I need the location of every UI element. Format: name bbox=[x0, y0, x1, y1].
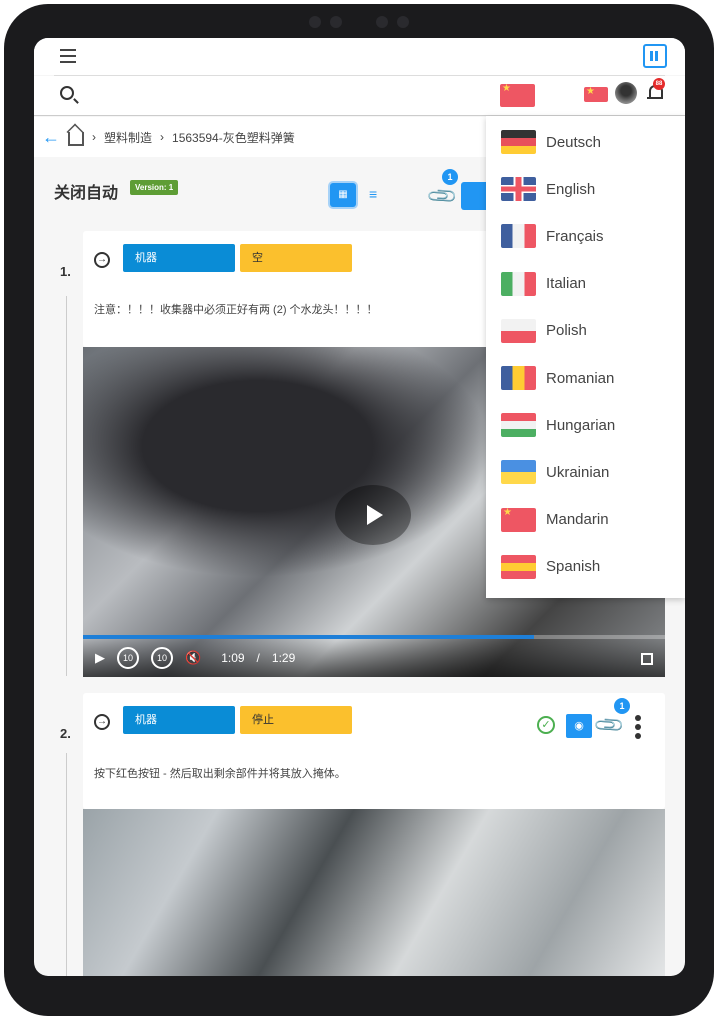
chevron-right-icon: › bbox=[92, 130, 96, 144]
arrow-right-circle-icon[interactable]: → bbox=[94, 714, 110, 730]
spanish-flag-icon bbox=[501, 554, 536, 579]
italian-flag-icon bbox=[501, 271, 536, 296]
language-option-romanian[interactable]: Romanian bbox=[501, 366, 614, 390]
attachments-badge: 1 bbox=[614, 698, 630, 714]
deutsch-flag-icon bbox=[501, 130, 536, 154]
machine-tag[interactable]: 机器 bbox=[123, 244, 235, 272]
language-option-english[interactable]: English bbox=[501, 177, 596, 202]
play-icon[interactable]: ▶ bbox=[95, 650, 105, 666]
language-option-français[interactable]: Français bbox=[501, 224, 604, 249]
back-arrow-icon[interactable]: ← bbox=[42, 127, 60, 148]
polish-flag-icon bbox=[501, 318, 536, 343]
china-flag-icon[interactable] bbox=[584, 87, 608, 102]
romanian-flag-icon bbox=[501, 366, 536, 390]
rewind-10-icon[interactable]: 10 bbox=[117, 647, 139, 669]
more-options-icon[interactable] bbox=[635, 715, 641, 739]
notification-badge: 88 bbox=[653, 78, 665, 90]
language-label: Ukrainian bbox=[546, 463, 610, 481]
status-tag[interactable]: 空 bbox=[240, 244, 352, 272]
step-connector bbox=[66, 753, 67, 976]
header-bar: 88 bbox=[34, 76, 685, 116]
fullscreen-icon[interactable] bbox=[641, 653, 653, 665]
attachments-badge: 1 bbox=[442, 169, 458, 185]
home-icon[interactable] bbox=[68, 132, 84, 146]
time-separator: / bbox=[256, 651, 260, 665]
play-overlay-icon[interactable] bbox=[335, 485, 411, 545]
français-flag-icon bbox=[501, 224, 536, 249]
current-time: 1:09 bbox=[221, 651, 245, 665]
language-label: Italian bbox=[546, 275, 587, 293]
search-icon[interactable] bbox=[60, 86, 74, 100]
grid-view-button[interactable]: ▦ bbox=[330, 183, 356, 207]
language-option-italian[interactable]: Italian bbox=[501, 271, 587, 296]
sensor bbox=[309, 16, 321, 28]
language-option-ukrainian[interactable]: Ukrainian bbox=[501, 460, 610, 485]
sensor bbox=[397, 16, 409, 28]
check-circle-icon[interactable]: ✓ bbox=[537, 716, 555, 734]
status-tag[interactable]: 停止 bbox=[240, 706, 352, 734]
chevron-right-icon: › bbox=[160, 130, 165, 144]
hamburger-menu-icon[interactable] bbox=[56, 44, 80, 68]
language-selector-china-flag[interactable] bbox=[500, 84, 535, 107]
video-controls: ▶ 10 10 🔇 1:09 / 1:29 bbox=[83, 639, 665, 677]
top-bar bbox=[34, 38, 685, 75]
language-option-mandarin[interactable]: Mandarin bbox=[501, 507, 609, 532]
page-title: 关闭自动 bbox=[54, 185, 119, 202]
language-label: Mandarin bbox=[546, 511, 609, 529]
language-label: English bbox=[546, 180, 596, 198]
english-flag-icon bbox=[501, 177, 536, 202]
step-number: 1. bbox=[60, 264, 71, 279]
forward-10-icon[interactable]: 10 bbox=[151, 647, 173, 669]
arrow-right-circle-icon[interactable]: → bbox=[94, 252, 110, 268]
sensor bbox=[376, 16, 388, 28]
paperclip-icon[interactable]: 📎 bbox=[425, 179, 460, 214]
language-dropdown: Deutsch English Français Italian Polish Roman… bbox=[486, 116, 685, 598]
language-option-hungarian[interactable]: Hungarian bbox=[501, 413, 616, 438]
version-badge: Version: 1 bbox=[130, 180, 179, 195]
step-card: → 机器 停止 ✓ ◉ 📎 1 按下红色按钮 - 然后取出剩余部件并将其放入掩体… bbox=[83, 693, 665, 809]
breadcrumb-item[interactable]: 1563594-灰色塑料弹簧 bbox=[172, 129, 295, 146]
video-player[interactable] bbox=[83, 809, 665, 976]
language-label: Hungarian bbox=[546, 416, 616, 434]
qr-code-scan-icon[interactable] bbox=[643, 44, 667, 68]
language-label: Spanish bbox=[546, 558, 601, 576]
list-view-icon[interactable]: ≡ bbox=[369, 186, 377, 202]
sensor bbox=[330, 16, 342, 28]
step-note: 注意：！！！收集器中必须正好有两 (2) 个水龙头！！！！ bbox=[94, 304, 378, 316]
breadcrumb-item[interactable]: 塑料制造 bbox=[104, 129, 152, 146]
language-label: Romanian bbox=[546, 369, 615, 387]
avatar[interactable] bbox=[615, 82, 637, 104]
step-connector bbox=[66, 296, 67, 676]
language-label: Deutsch bbox=[546, 133, 602, 151]
language-option-deutsch[interactable]: Deutsch bbox=[501, 130, 601, 154]
language-label: Français bbox=[546, 227, 604, 245]
document-button[interactable] bbox=[461, 182, 487, 210]
language-option-spanish[interactable]: Spanish bbox=[501, 554, 601, 579]
mute-icon[interactable]: 🔇 bbox=[185, 650, 201, 666]
camera-button[interactable]: ◉ bbox=[566, 714, 592, 738]
language-option-polish[interactable]: Polish bbox=[501, 318, 587, 343]
machine-tag[interactable]: 机器 bbox=[123, 706, 235, 734]
duration: 1:29 bbox=[271, 651, 296, 665]
hungarian-flag-icon bbox=[501, 413, 536, 438]
app-screen: 88 ← › 塑料制造 › 1563594-灰色塑料弹簧 关闭自动 Versio… bbox=[34, 38, 685, 976]
language-label: Polish bbox=[546, 322, 587, 340]
mandarin-flag-icon bbox=[501, 507, 536, 532]
ukrainian-flag-icon bbox=[501, 460, 536, 485]
step-note: 按下红色按钮 - 然后取出剩余部件并将其放入掩体。 bbox=[94, 768, 346, 780]
step-number: 2. bbox=[60, 726, 71, 741]
